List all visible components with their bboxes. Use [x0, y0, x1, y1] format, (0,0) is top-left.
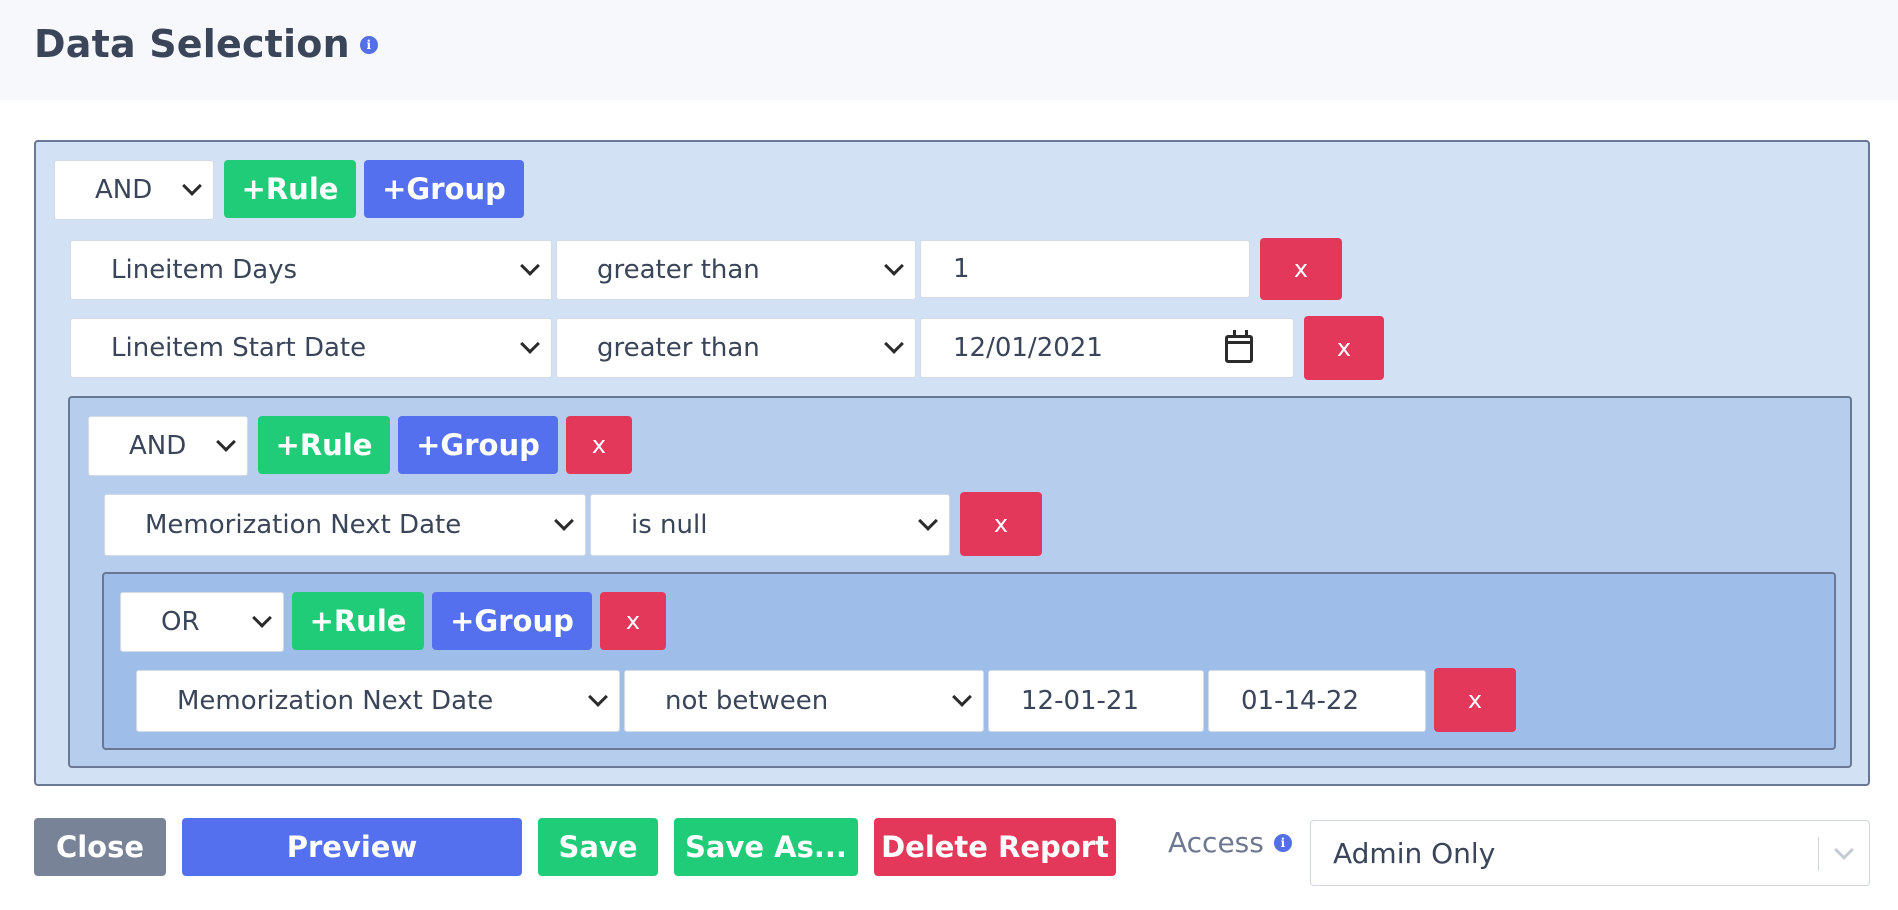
chevron-down-icon — [554, 511, 574, 531]
inner-add-group-button[interactable]: +Group — [432, 592, 592, 650]
save-as-button[interactable]: Save As... — [674, 818, 858, 876]
access-select-value: Admin Only — [1333, 836, 1496, 870]
chevron-down-icon — [1834, 840, 1854, 860]
chevron-down-icon — [918, 511, 938, 531]
rule-operator-value: not between — [665, 686, 829, 716]
rule-value-from-input[interactable]: 12-01-21 — [988, 670, 1204, 732]
rule-operator-select[interactable]: greater than — [556, 240, 916, 300]
rule-date-text: 12/01/2021 — [953, 333, 1103, 363]
remove-rule-button[interactable]: x — [960, 492, 1042, 556]
remove-rule-button[interactable]: x — [1260, 238, 1342, 300]
remove-group-button[interactable]: x — [566, 416, 632, 474]
root-condition-value: AND — [95, 175, 153, 205]
nested-add-group-button[interactable]: +Group — [398, 416, 558, 474]
page-title: Data Selection i — [34, 22, 378, 66]
rule-field-select[interactable]: Lineitem Start Date — [70, 318, 552, 378]
page-header: Data Selection i — [0, 0, 1898, 100]
info-icon[interactable]: i — [1273, 833, 1292, 852]
rule-field-select[interactable]: Memorization Next Date — [136, 670, 620, 732]
rule-value-to-text: 01-14-22 — [1241, 686, 1360, 716]
inner-condition-select[interactable]: OR — [120, 592, 284, 652]
chevron-down-icon — [884, 334, 904, 354]
rule-value-from-text: 12-01-21 — [1021, 686, 1140, 716]
preview-button[interactable]: Preview — [182, 818, 522, 876]
nested-add-rule-button[interactable]: +Rule — [258, 416, 390, 474]
access-label-text: Access — [1168, 826, 1264, 859]
remove-group-button[interactable]: x — [600, 592, 666, 650]
chevron-down-icon — [182, 176, 202, 196]
rule-operator-select[interactable]: greater than — [556, 318, 916, 378]
chevron-down-icon — [216, 432, 236, 452]
rule-field-value: Memorization Next Date — [177, 686, 494, 716]
nested-condition-value: AND — [129, 431, 187, 461]
nested-condition-select[interactable]: AND — [88, 416, 248, 476]
rule-value-to-input[interactable]: 01-14-22 — [1208, 670, 1426, 732]
select-divider — [1818, 837, 1819, 871]
rule-operator-value: greater than — [597, 333, 760, 363]
rule-operator-select[interactable]: not between — [624, 670, 984, 732]
chevron-down-icon — [884, 256, 904, 276]
inner-add-rule-button[interactable]: +Rule — [292, 592, 424, 650]
rule-operator-value: greater than — [597, 255, 760, 285]
save-button[interactable]: Save — [538, 818, 658, 876]
close-button[interactable]: Close — [34, 818, 166, 876]
remove-rule-button[interactable]: x — [1434, 668, 1516, 732]
root-add-rule-button[interactable]: +Rule — [224, 160, 356, 218]
rule-operator-value: is null — [631, 510, 708, 540]
root-condition-select[interactable]: AND — [54, 160, 214, 220]
chevron-down-icon — [252, 608, 272, 628]
access-select[interactable]: Admin Only — [1310, 820, 1870, 886]
chevron-down-icon — [952, 687, 972, 707]
rule-field-value: Lineitem Start Date — [111, 333, 367, 363]
rule-field-select[interactable]: Lineitem Days — [70, 240, 552, 300]
chevron-down-icon — [520, 256, 540, 276]
rule-value-text: 1 — [953, 254, 970, 284]
chevron-down-icon — [588, 687, 608, 707]
page-title-text: Data Selection — [34, 22, 350, 66]
delete-report-button[interactable]: Delete Report — [874, 818, 1116, 876]
rule-date-input[interactable]: 12/01/2021 — [920, 318, 1294, 378]
rule-field-value: Memorization Next Date — [145, 510, 462, 540]
rule-field-select[interactable]: Memorization Next Date — [104, 494, 586, 556]
info-icon[interactable]: i — [359, 35, 378, 54]
calendar-icon[interactable] — [1225, 330, 1253, 363]
chevron-down-icon — [520, 334, 540, 354]
rule-operator-select[interactable]: is null — [590, 494, 950, 556]
rule-field-value: Lineitem Days — [111, 255, 298, 285]
inner-condition-value: OR — [161, 607, 200, 637]
rule-value-input[interactable]: 1 — [920, 240, 1250, 298]
remove-rule-button[interactable]: x — [1304, 316, 1384, 380]
access-label: Access i — [1168, 826, 1292, 859]
root-add-group-button[interactable]: +Group — [364, 160, 524, 218]
